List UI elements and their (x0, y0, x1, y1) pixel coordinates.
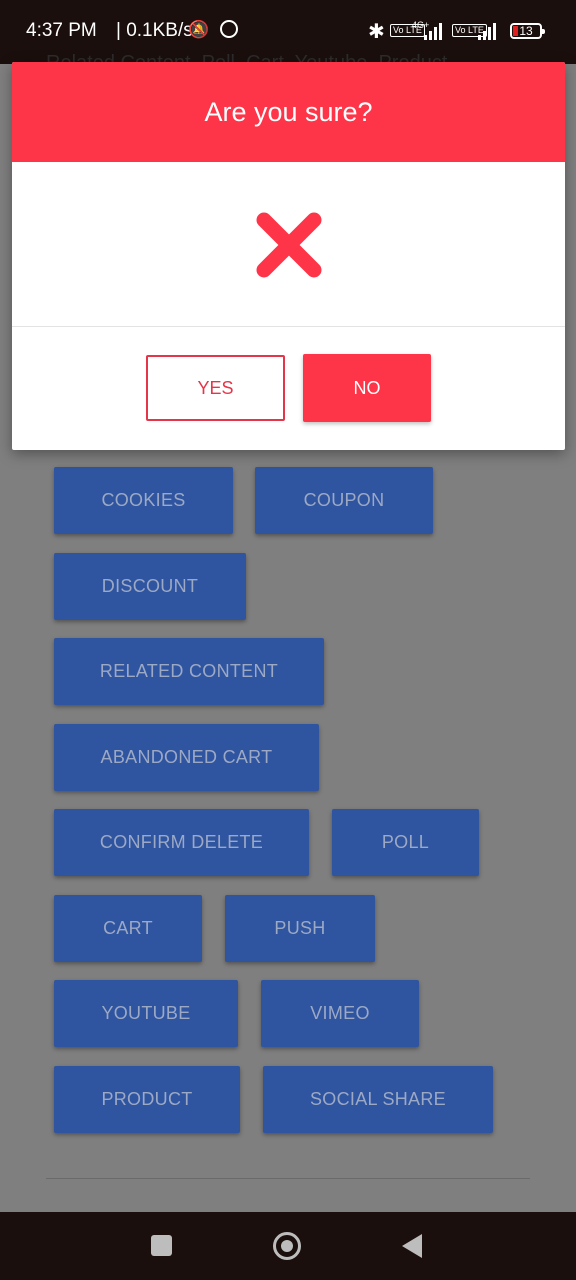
abandoned-cart-button[interactable]: ABANDONED CART (54, 724, 319, 791)
vpn-icon (220, 20, 238, 38)
page-divider (46, 1178, 530, 1179)
yes-button[interactable]: YES (146, 355, 285, 421)
close-x-icon (256, 212, 322, 278)
home-icon[interactable] (273, 1232, 301, 1260)
vimeo-button[interactable]: VIMEO (261, 980, 419, 1047)
related-content-button[interactable]: RELATED CONTENT (54, 638, 324, 705)
push-button[interactable]: PUSH (225, 895, 375, 962)
confirm-dialog: Are you sure? YES NO (12, 62, 565, 450)
youtube-button[interactable]: YOUTUBE (54, 980, 238, 1047)
battery-icon: 13 (510, 23, 545, 39)
discount-button[interactable]: DISCOUNT (54, 553, 246, 620)
social-share-button[interactable]: SOCIAL SHARE (263, 1066, 493, 1133)
back-icon[interactable] (402, 1234, 422, 1258)
product-button[interactable]: PRODUCT (54, 1066, 240, 1133)
dialog-title: Are you sure? (204, 96, 373, 127)
cookies-button[interactable]: COOKIES (54, 467, 233, 534)
poll-button[interactable]: POLL (332, 809, 479, 876)
coupon-button[interactable]: COUPON (255, 467, 433, 534)
status-time: 4:37 PM (26, 20, 97, 41)
signal-icon (424, 22, 448, 40)
no-button[interactable]: NO (303, 354, 431, 422)
navigation-bar (0, 1212, 576, 1280)
dialog-header: Are you sure? (12, 62, 565, 162)
status-network-speed: | 0.1KB/s (116, 20, 193, 41)
cart-button[interactable]: CART (54, 895, 202, 962)
bluetooth-icon: ✱ (368, 21, 385, 43)
confirm-delete-button[interactable]: CONFIRM DELETE (54, 809, 309, 876)
dialog-divider (12, 326, 565, 327)
alarm-off-icon: 🔕 (188, 20, 210, 39)
recent-apps-icon[interactable] (151, 1235, 172, 1256)
battery-level: 13 (519, 24, 533, 38)
signal-icon-2 (478, 22, 502, 40)
